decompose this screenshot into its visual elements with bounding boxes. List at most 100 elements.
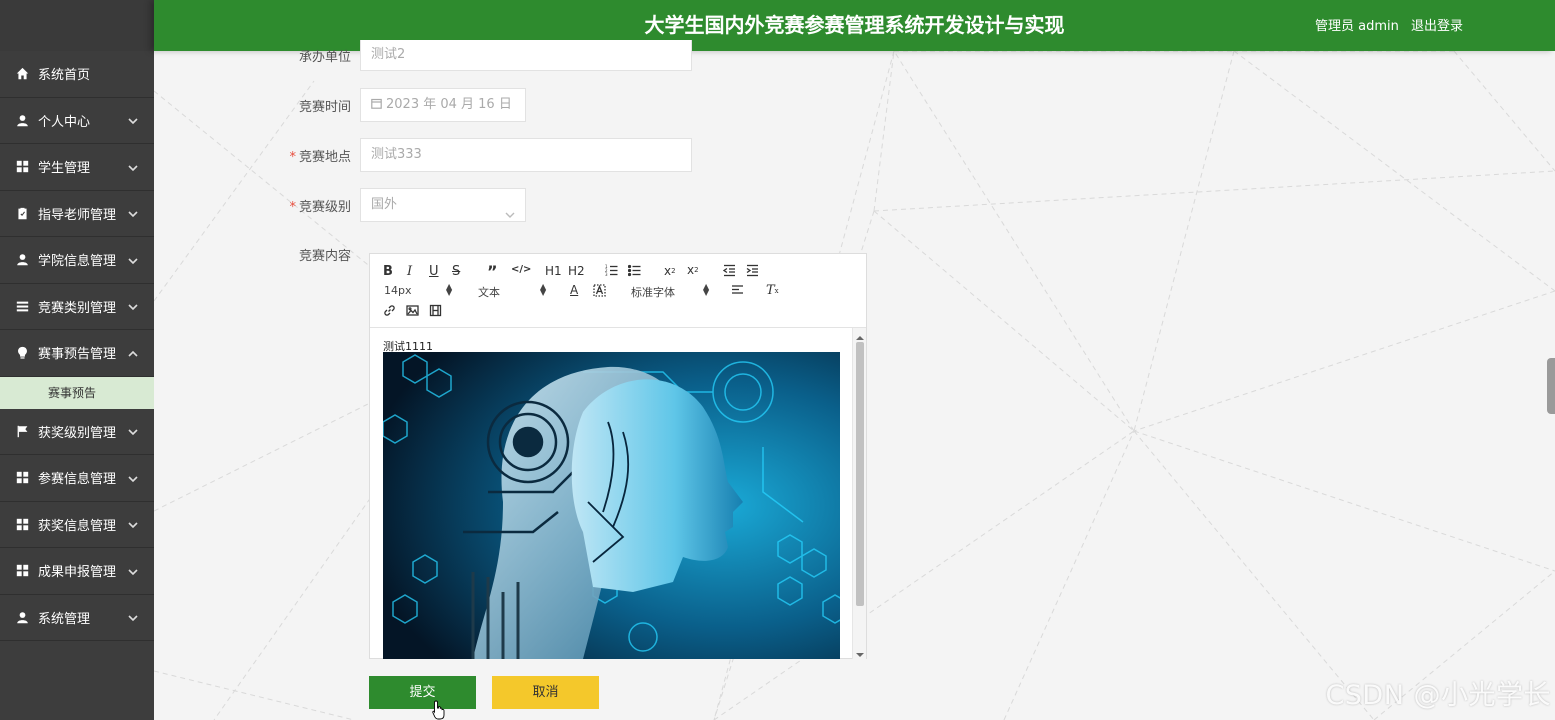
- sidebar-logo-area: [0, 0, 154, 51]
- sidebar-item-event-preview[interactable]: 赛事预告管理: [0, 330, 154, 377]
- admin-user-label: 管理员 admin: [1314, 19, 1399, 34]
- text-format-value: 文本: [478, 286, 500, 299]
- level-select[interactable]: 国外: [360, 188, 526, 222]
- font-size-value: 14px: [384, 284, 412, 297]
- chevron-down-icon: [505, 201, 515, 218]
- sidebar-item-label: 系统首页: [38, 68, 91, 84]
- caret-down-icon: ▼: [540, 288, 547, 297]
- scroll-down-icon[interactable]: [856, 648, 864, 657]
- submit-button[interactable]: 提交: [369, 676, 476, 709]
- sidebar-item-system[interactable]: 系统管理: [0, 595, 154, 641]
- chevron-down-icon: [128, 566, 138, 576]
- page-scrollbar-thumb[interactable]: [1547, 358, 1555, 414]
- form-row-time: 竞赛时间 2023 年 04 月 16 日: [154, 88, 526, 122]
- location-input[interactable]: 测试333: [360, 138, 692, 172]
- organizer-input[interactable]: 测试2: [360, 40, 692, 71]
- submenu-item-event-preview[interactable]: 赛事预告: [0, 376, 154, 409]
- blockquote-button[interactable]: ”: [487, 262, 498, 281]
- scroll-up-icon[interactable]: [856, 331, 864, 340]
- required-asterisk: *: [289, 149, 296, 165]
- bullet-list-icon[interactable]: [628, 264, 641, 277]
- chevron-down-icon: [128, 162, 138, 172]
- date-value: 2023 年 04 月 16 日: [386, 97, 512, 112]
- chevron-down-icon: [128, 301, 138, 311]
- link-icon[interactable]: [383, 304, 396, 317]
- list-icon: [14, 298, 30, 314]
- align-left-icon[interactable]: [731, 284, 744, 297]
- sidebar-item-achievements[interactable]: 成果申报管理: [0, 548, 154, 595]
- font-family-select[interactable]: 标准字体 ▲ ▼: [631, 283, 711, 300]
- sidebar-item-students[interactable]: 学生管理: [0, 144, 154, 191]
- editor-content-area[interactable]: 测试1111: [370, 328, 854, 659]
- sidebar-item-awards[interactable]: 获奖信息管理: [0, 502, 154, 548]
- editor-text-line: 测试1111: [383, 340, 433, 353]
- heading-2-button[interactable]: H2: [568, 264, 585, 278]
- watermark: CSDN @小光学长: [1325, 680, 1551, 711]
- font-size-select[interactable]: 14px ▲ ▼: [384, 283, 454, 298]
- sidebar-item-label: 指导老师管理: [38, 207, 117, 223]
- sidebar-item-participation[interactable]: 参赛信息管理: [0, 455, 154, 502]
- chevron-down-icon: [128, 208, 138, 218]
- level-label: * 竞赛级别: [154, 196, 360, 215]
- sidebar-item-label: 参赛信息管理: [38, 472, 117, 488]
- underline-button[interactable]: U: [429, 264, 439, 279]
- subscript-button[interactable]: x2: [664, 264, 676, 278]
- image-icon[interactable]: [406, 304, 419, 317]
- cancel-button[interactable]: 取消: [492, 676, 599, 709]
- background-color-icon[interactable]: [593, 284, 606, 297]
- sidebar-menu: 系统首页 个人中心 学生管理 指导老师管理 学院信息管理 竞赛类别管理 赛事预告…: [0, 51, 154, 641]
- editor-toolbar: B I U S ” </> H1 H2 123 x2 x2 14px ▲ ▼ 文…: [370, 254, 866, 328]
- text-format-select[interactable]: 文本 ▲ ▼: [478, 283, 548, 300]
- form-row-level: * 竞赛级别 国外: [154, 188, 526, 222]
- ordered-list-icon[interactable]: 123: [605, 264, 618, 277]
- chevron-down-icon: [128, 255, 138, 265]
- sidebar-item-award-levels[interactable]: 获奖级别管理: [0, 409, 154, 455]
- date-picker-input[interactable]: 2023 年 04 月 16 日: [360, 88, 526, 122]
- video-icon[interactable]: [429, 304, 442, 317]
- h2-text: H2: [568, 264, 585, 278]
- code-block-button[interactable]: </>: [511, 264, 531, 275]
- clear-format-button[interactable]: Tx: [766, 283, 779, 298]
- editor-scroll-thumb[interactable]: [856, 342, 864, 606]
- calendar-icon: [371, 97, 386, 112]
- editor-scrollbar[interactable]: [852, 328, 866, 659]
- sidebar-item-teachers[interactable]: 指导老师管理: [0, 191, 154, 237]
- time-label: 竞赛时间: [298, 99, 351, 115]
- caret-down-icon: ▼: [703, 288, 710, 297]
- superscript-button[interactable]: x2: [687, 263, 699, 277]
- hand-cursor-icon: [432, 700, 445, 720]
- user-icon: [14, 252, 30, 268]
- location-label-text: 竞赛地点: [298, 149, 351, 165]
- heading-1-button[interactable]: H1: [545, 264, 562, 278]
- form-row-location: * 竞赛地点 测试333: [154, 138, 692, 172]
- chevron-down-icon: [128, 426, 138, 436]
- strike-button[interactable]: S: [452, 264, 460, 279]
- sidebar: 系统首页 个人中心 学生管理 指导老师管理 学院信息管理 竞赛类别管理 赛事预告…: [0, 0, 154, 720]
- logout-link[interactable]: 退出登录: [1411, 19, 1463, 34]
- chevron-down-icon: [128, 519, 138, 529]
- header-user-area: 管理员 admin 退出登录: [1315, 15, 1463, 34]
- form-row-content: 竞赛内容: [154, 245, 360, 264]
- sidebar-item-label: 获奖信息管理: [38, 518, 117, 534]
- italic-button[interactable]: I: [407, 264, 412, 279]
- sidebar-item-label: 竞赛类别管理: [38, 300, 117, 316]
- sidebar-item-personal[interactable]: 个人中心: [0, 98, 154, 144]
- flag-icon: [14, 423, 30, 439]
- grid-icon: [14, 159, 30, 175]
- organizer-label: 承办单位: [298, 50, 351, 65]
- indent-icon[interactable]: [746, 264, 759, 277]
- sidebar-item-label: 获奖级别管理: [38, 425, 117, 441]
- outdent-icon[interactable]: [723, 264, 736, 277]
- form-row-organizer: 承办单位 测试2: [154, 40, 692, 71]
- sidebar-item-home[interactable]: 系统首页: [0, 51, 154, 98]
- sidebar-item-colleges[interactable]: 学院信息管理: [0, 237, 154, 284]
- chevron-up-icon: [128, 348, 138, 358]
- rich-text-editor: B I U S ” </> H1 H2 123 x2 x2 14px ▲ ▼ 文…: [369, 253, 867, 659]
- clipboard-icon: [14, 205, 30, 221]
- sidebar-item-label: 个人中心: [38, 114, 91, 130]
- font-color-button[interactable]: A: [570, 283, 578, 297]
- sidebar-item-label: 学院信息管理: [38, 254, 117, 270]
- user-icon: [14, 112, 30, 128]
- sidebar-item-categories[interactable]: 竞赛类别管理: [0, 284, 154, 330]
- bold-button[interactable]: B: [383, 264, 393, 279]
